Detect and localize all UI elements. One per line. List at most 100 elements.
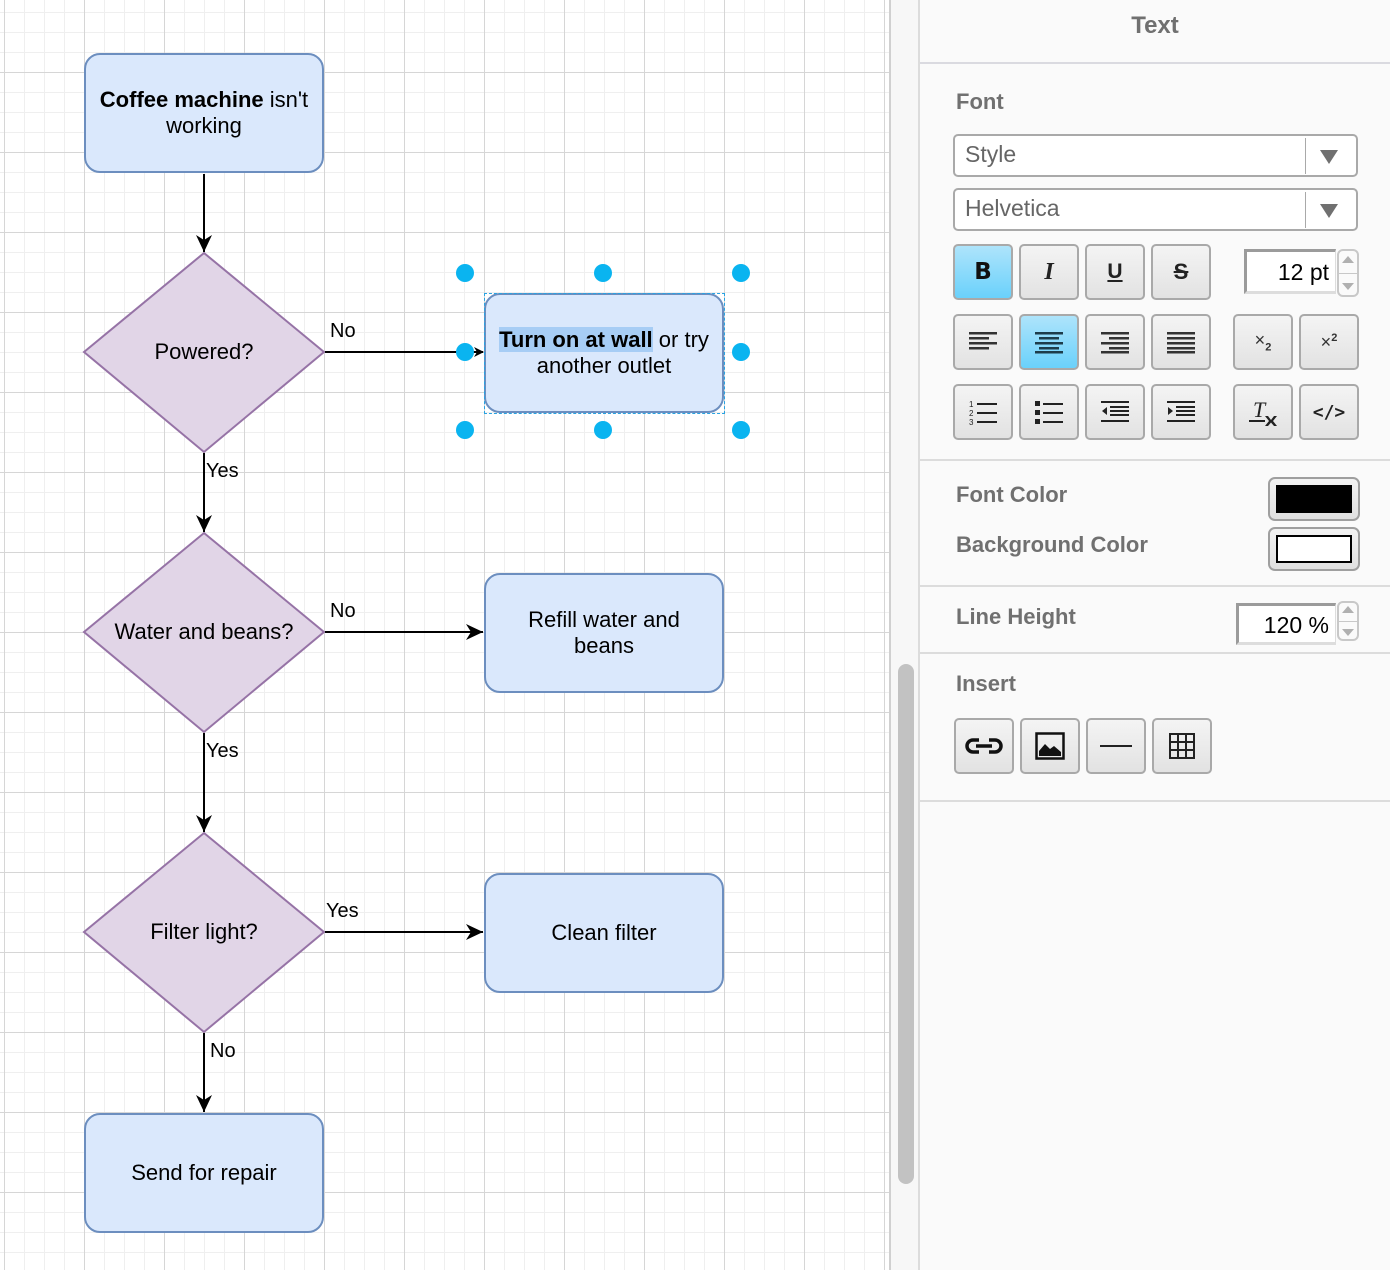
svg-text:1: 1 [969, 400, 974, 409]
horizontal-rule-icon [1100, 745, 1132, 747]
font-family-select[interactable]: Helvetica [953, 188, 1358, 231]
bullet-list-button[interactable] [1019, 384, 1079, 440]
superscript-icon: ×2 [1320, 331, 1338, 352]
background-color-swatch [1276, 535, 1352, 563]
link-icon [965, 738, 1003, 754]
stepper-divider [1339, 621, 1357, 622]
line-height-label: Line Height [956, 604, 1076, 629]
font-color-swatch [1276, 485, 1352, 513]
resize-handle-se[interactable] [732, 421, 750, 439]
code-icon: </> [1312, 401, 1346, 423]
table-icon [1169, 733, 1195, 759]
edge-label-filter-no: No [210, 1040, 236, 1062]
resize-handle-w[interactable] [456, 343, 474, 361]
section-divider [920, 459, 1390, 461]
font-color-label: Font Color [956, 482, 1068, 507]
subscript-button[interactable]: ×2 [1233, 314, 1293, 370]
panel-tab-text[interactable]: Text [920, 0, 1390, 64]
font-size-input[interactable]: 12 pt [1244, 249, 1336, 294]
edge-label-powered-yes: Yes [206, 460, 239, 482]
diagram-canvas[interactable]: Coffee machine isn't working Turn on at … [0, 0, 891, 1270]
bullet-list-icon [1035, 401, 1063, 424]
stepper-up-icon [1342, 606, 1354, 613]
stepper-down-icon [1342, 283, 1354, 290]
strikethrough-icon: S [1173, 259, 1189, 284]
numbered-list-button[interactable]: 123 [953, 384, 1013, 440]
insert-table-button[interactable] [1152, 718, 1212, 774]
selected-text: Turn on at wall [499, 326, 653, 352]
underline-button[interactable]: U [1085, 244, 1145, 300]
resize-handle-n[interactable] [594, 264, 612, 282]
node-start-label: Coffee machine isn't working [99, 86, 309, 138]
html-source-button[interactable]: </> [1299, 384, 1359, 440]
node-refill-label: Refill water and beans [528, 606, 680, 658]
decision-powered-label: Powered? [154, 338, 254, 364]
node-send-for-repair[interactable]: Send for repair [84, 1113, 324, 1233]
resize-handle-ne[interactable] [732, 264, 750, 282]
format-panel: Text Font Style Helvetica B I U S 12 pt [920, 0, 1390, 1270]
line-height-stepper[interactable] [1337, 601, 1359, 641]
node-refill[interactable]: Refill water and beans [484, 573, 724, 693]
font-style-value: Style [965, 141, 1017, 167]
stepper-down-icon [1342, 629, 1354, 636]
resize-handle-sw[interactable] [456, 421, 474, 439]
insert-horizontal-rule-button[interactable] [1086, 718, 1146, 774]
numbered-list-icon: 123 [969, 400, 997, 426]
image-icon [1035, 732, 1065, 760]
resize-handle-s[interactable] [594, 421, 612, 439]
panel-title: Text [1131, 12, 1179, 39]
insert-section-title: Insert [956, 671, 1016, 696]
section-divider [920, 652, 1390, 654]
align-left-icon [969, 332, 997, 350]
indent-icon [1167, 401, 1195, 422]
stepper-divider [1339, 273, 1357, 274]
chevron-down-icon [1320, 150, 1338, 164]
bold-icon: B [974, 259, 992, 285]
node-start[interactable]: Coffee machine isn't working [84, 53, 324, 173]
align-justify-button[interactable] [1151, 314, 1211, 370]
section-divider [920, 800, 1390, 802]
vertical-scrollbar[interactable] [898, 664, 914, 1184]
node-turn-on-label[interactable]: Turn on at wall or try another outlet [490, 326, 718, 380]
align-left-button[interactable] [953, 314, 1013, 370]
align-center-button[interactable] [1019, 314, 1079, 370]
svg-text:3: 3 [969, 418, 974, 426]
node-send-for-repair-label: Send for repair [131, 1159, 277, 1185]
font-section-title: Font [956, 89, 1004, 114]
clear-formatting-button[interactable]: T [1233, 384, 1293, 440]
superscript-button[interactable]: ×2 [1299, 314, 1359, 370]
italic-button[interactable]: I [1019, 244, 1079, 300]
resize-handle-nw[interactable] [456, 264, 474, 282]
line-height-input[interactable]: 120 % [1236, 603, 1336, 645]
svg-text:T: T [1253, 397, 1267, 422]
bold-button[interactable]: B [953, 244, 1013, 300]
background-color-label: Background Color [956, 532, 1148, 557]
align-right-icon [1101, 332, 1129, 354]
node-turn-on[interactable]: Turn on at wall or try another outlet [484, 293, 724, 413]
align-center-icon [1035, 332, 1063, 354]
background-color-button[interactable] [1268, 527, 1360, 571]
chevron-down-icon [1320, 204, 1338, 218]
node-clean-filter[interactable]: Clean filter [484, 873, 724, 993]
section-divider [920, 585, 1390, 587]
indent-button[interactable] [1151, 384, 1211, 440]
edge-label-water-yes: Yes [206, 740, 239, 762]
font-color-button[interactable] [1268, 477, 1360, 521]
insert-image-button[interactable] [1020, 718, 1080, 774]
node-clean-filter-label: Clean filter [551, 919, 657, 945]
resize-handle-e[interactable] [732, 343, 750, 361]
select-separator [1305, 138, 1306, 174]
font-style-select[interactable]: Style [953, 134, 1358, 177]
align-justify-icon [1167, 332, 1195, 354]
insert-link-button[interactable] [954, 718, 1014, 774]
svg-text:2: 2 [969, 409, 974, 418]
select-separator [1305, 192, 1306, 228]
font-size-stepper[interactable] [1337, 249, 1359, 297]
align-right-button[interactable] [1085, 314, 1145, 370]
strikethrough-button[interactable]: S [1151, 244, 1211, 300]
decision-filter-label: Filter light? [150, 918, 258, 944]
italic-icon: I [1044, 258, 1054, 285]
edge-label-water-no: No [330, 600, 356, 622]
clear-formatting-icon: T [1249, 397, 1277, 426]
outdent-button[interactable] [1085, 384, 1145, 440]
